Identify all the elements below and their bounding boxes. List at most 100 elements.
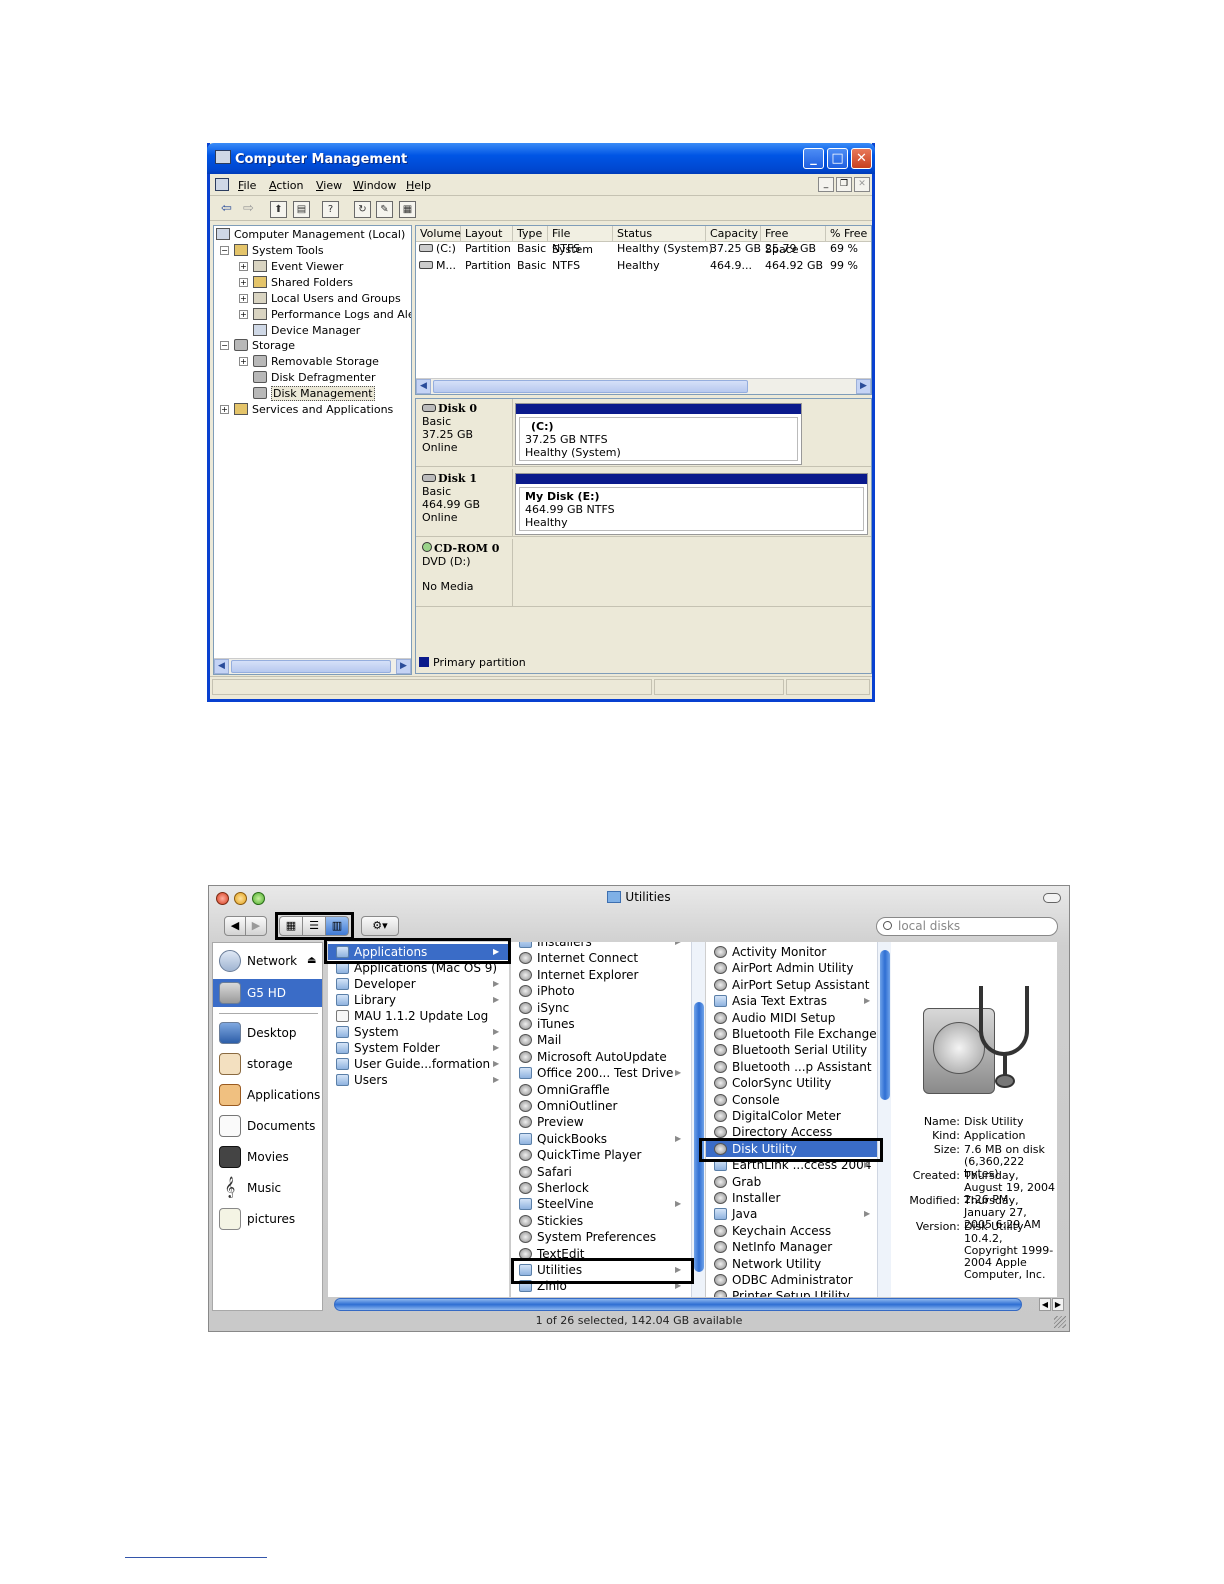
list-item[interactable]: Grab — [706, 1174, 878, 1190]
list-item[interactable]: ODBC Administrator — [706, 1272, 878, 1288]
list-item[interactable]: MAU 1.1.2 Update Log — [328, 1008, 508, 1024]
list-item[interactable]: AirPort Admin Utility — [706, 960, 878, 976]
list-item[interactable]: Microsoft AutoUpdate — [511, 1049, 691, 1065]
col-header-volume[interactable]: Volume — [416, 226, 461, 242]
sidebar-item-documents[interactable]: Documents — [217, 1112, 322, 1140]
tree-item-removable-storage[interactable]: Removable Storage — [253, 354, 379, 369]
list-item[interactable]: Installer — [706, 1190, 878, 1206]
menu-window[interactable]: Window — [353, 179, 396, 192]
list-item[interactable]: Activity Monitor — [706, 944, 878, 960]
sidebar-item-storage[interactable]: storage — [217, 1050, 322, 1078]
expand-services[interactable]: + — [220, 405, 229, 414]
properties-icon[interactable]: ? — [322, 201, 339, 218]
list-item[interactable]: Keychain Access — [706, 1223, 878, 1239]
list-item[interactable]: System ▶ — [328, 1024, 508, 1040]
action-gear-button[interactable]: ⚙▾ — [361, 916, 399, 936]
scroll-thumb[interactable] — [694, 1002, 704, 1272]
back-arrow-icon[interactable]: ⇦ — [218, 201, 235, 218]
list-item[interactable]: NetInfo Manager — [706, 1239, 878, 1255]
list-item[interactable]: User Guide...formation ▶ — [328, 1056, 508, 1072]
tree-horizontal-scrollbar[interactable]: ◀ ▶ — [214, 658, 411, 674]
expand-event-viewer[interactable]: + — [239, 262, 248, 271]
list-item[interactable]: Office 200... Test Drive ▶ — [511, 1065, 691, 1081]
list-item[interactable]: ColorSync Utility — [706, 1075, 878, 1091]
tree-item-shared-folders[interactable]: Shared Folders — [253, 275, 353, 290]
eject-icon[interactable]: ⏏ — [307, 947, 316, 975]
export-list-icon[interactable]: ✎ — [376, 201, 393, 218]
list-item[interactable]: System Preferences — [511, 1229, 691, 1245]
col-header-type[interactable]: Type — [513, 226, 548, 242]
list-item[interactable]: Console — [706, 1092, 878, 1108]
mdi-restore-button[interactable]: ❐ — [836, 177, 852, 192]
column-3-scrollbar[interactable] — [877, 942, 891, 1297]
list-item[interactable]: QuickTime Player — [511, 1147, 691, 1163]
col-header-file-system[interactable]: File System — [548, 226, 613, 256]
list-item[interactable]: Internet Explorer — [511, 967, 691, 983]
tree-item-device-manager[interactable]: Device Manager — [253, 323, 360, 338]
toolbar-toggle-button[interactable] — [1043, 893, 1061, 903]
disk-1-info[interactable]: Disk 1 Basic 464.99 GB Online — [416, 469, 513, 536]
maximize-button[interactable]: □ — [827, 148, 848, 169]
list-item[interactable]: Installers▶ — [511, 942, 691, 950]
tree-item-event-viewer[interactable]: Event Viewer — [253, 259, 343, 274]
sidebar-item-desktop[interactable]: Desktop — [217, 1019, 322, 1047]
horizontal-scrollbar[interactable] — [334, 1298, 1022, 1311]
collapse-storage[interactable]: − — [220, 341, 229, 350]
tree-item-performance-logs[interactable]: Performance Logs and Alerts — [253, 307, 411, 322]
list-item[interactable]: Asia Text Extras ▶ — [706, 993, 878, 1009]
tree-item-disk-management[interactable]: Disk Management — [253, 386, 375, 401]
list-item[interactable]: Bluetooth ...p Assistant — [706, 1059, 878, 1075]
column-2-scrollbar[interactable] — [691, 942, 705, 1297]
sidebar-item-network[interactable]: Network ⏏ — [217, 947, 322, 975]
list-item[interactable]: Bluetooth File Exchange — [706, 1026, 878, 1042]
cdrom-0-info[interactable]: CD-ROM 0 DVD (D:) No Media — [416, 539, 513, 606]
col-header-free-space[interactable]: Free Space — [761, 226, 826, 256]
list-item[interactable]: DigitalColor Meter — [706, 1108, 878, 1124]
sidebar-item-applications[interactable]: Applications — [217, 1081, 322, 1109]
list-item[interactable]: Bluetooth Serial Utility — [706, 1042, 878, 1058]
sidebar-item-g5-hd[interactable]: G5 HD — [213, 979, 322, 1007]
tree-item-storage[interactable]: Storage — [234, 338, 295, 353]
scroll-left-arrow-icon[interactable]: ◀ — [416, 379, 431, 394]
scroll-thumb[interactable] — [880, 950, 890, 1100]
list-item[interactable]: Library ▶ — [328, 992, 508, 1008]
list-item[interactable]: Preview — [511, 1114, 691, 1130]
list-item[interactable]: OmniOutliner — [511, 1098, 691, 1114]
disk-0-info[interactable]: Disk 0 Basic 37.25 GB Online — [416, 399, 513, 466]
list-item[interactable]: iPhoto — [511, 983, 691, 999]
title-bar[interactable]: Computer Management _ □ ✕ — [207, 143, 875, 174]
sidebar-item-pictures[interactable]: pictures — [217, 1205, 322, 1233]
list-item[interactable]: System Folder ▶ — [328, 1040, 508, 1056]
expand-shared-folders[interactable]: + — [239, 278, 248, 287]
scroll-thumb[interactable] — [231, 660, 391, 673]
help-icon[interactable]: ▦ — [399, 201, 416, 218]
forward-button[interactable]: ▶ — [245, 916, 267, 936]
list-item[interactable]: SteelVine ▶ — [511, 1196, 691, 1212]
list-horizontal-scrollbar[interactable]: ◀ ▶ — [416, 378, 871, 394]
mdi-close-button[interactable]: ✕ — [854, 177, 870, 192]
scroll-thumb[interactable] — [433, 380, 748, 393]
scroll-right-arrow-icon[interactable]: ▶ — [396, 659, 411, 674]
menu-view[interactable]: View — [316, 179, 342, 192]
sidebar-item-music[interactable]: 𝄞 Music — [217, 1174, 322, 1202]
scroll-right-arrow-icon[interactable]: ▶ — [1052, 1298, 1064, 1311]
list-item[interactable]: iTunes — [511, 1016, 691, 1032]
partition-e[interactable]: My Disk (E:) 464.99 GB NTFS Healthy — [515, 473, 868, 535]
list-item[interactable]: Developer ▶ — [328, 976, 508, 992]
menu-help[interactable]: Help — [406, 179, 431, 192]
expand-performance-logs[interactable]: + — [239, 310, 248, 319]
menu-action[interactable]: Action — [269, 179, 303, 192]
list-item[interactable]: Users ▶ — [328, 1072, 508, 1088]
col-header-capacity[interactable]: Capacity — [706, 226, 761, 242]
list-item[interactable]: Java ▶ — [706, 1206, 878, 1222]
scroll-left-arrow-icon[interactable]: ◀ — [214, 659, 229, 674]
partition-c[interactable]: (C:) 37.25 GB NTFS Healthy (System) — [515, 403, 802, 465]
scroll-left-arrow-icon[interactable]: ◀ — [1039, 1298, 1051, 1311]
back-button[interactable]: ◀ — [224, 916, 246, 936]
refresh-icon[interactable]: ↻ — [354, 201, 371, 218]
col-header-status[interactable]: Status — [613, 226, 706, 242]
tree-item-system-tools[interactable]: System Tools — [234, 243, 324, 258]
sidebar-item-movies[interactable]: Movies — [217, 1143, 322, 1171]
list-item[interactable]: Mail — [511, 1032, 691, 1048]
list-item[interactable]: Safari — [511, 1164, 691, 1180]
